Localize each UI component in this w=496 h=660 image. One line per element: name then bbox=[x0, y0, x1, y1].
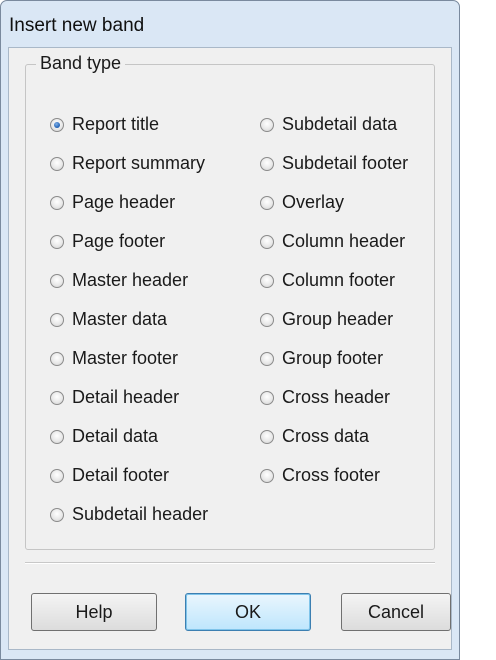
radio-cross-footer[interactable]: Cross footer bbox=[260, 456, 450, 495]
radio-cross-data[interactable]: Cross data bbox=[260, 417, 450, 456]
radio-circle-icon bbox=[50, 156, 64, 171]
radio-label: Column footer bbox=[282, 270, 396, 290]
dialog-title: Insert new band bbox=[9, 15, 145, 36]
radio-group-header[interactable]: Group header bbox=[260, 300, 450, 339]
radio-label: Detail footer bbox=[72, 465, 170, 485]
radio-cross-header[interactable]: Cross header bbox=[260, 378, 450, 417]
radio-label: Cross header bbox=[282, 387, 391, 407]
radio-label: Page header bbox=[72, 192, 176, 212]
radio-label: Master footer bbox=[72, 348, 179, 368]
radio-label: Page footer bbox=[72, 231, 166, 251]
radio-detail-footer[interactable]: Detail footer bbox=[50, 456, 260, 495]
radio-master-footer[interactable]: Master footer bbox=[50, 339, 260, 378]
radio-column-footer[interactable]: Column footer bbox=[260, 261, 450, 300]
radio-circle-icon bbox=[260, 156, 274, 171]
radio-circle-icon bbox=[50, 312, 64, 327]
radio-label: Detail data bbox=[72, 426, 159, 446]
radio-circle-icon bbox=[260, 351, 274, 366]
radio-page-footer[interactable]: Page footer bbox=[50, 222, 260, 261]
radio-circle-icon bbox=[50, 195, 64, 210]
radio-label: Report summary bbox=[72, 153, 206, 173]
radio-detail-data[interactable]: Detail data bbox=[50, 417, 260, 456]
radio-circle-icon bbox=[50, 273, 64, 288]
radio-label: Master header bbox=[72, 270, 189, 290]
radio-label: Subdetail data bbox=[282, 114, 398, 134]
radio-subdetail-header[interactable]: Subdetail header bbox=[50, 495, 260, 534]
radio-circle-icon bbox=[260, 390, 274, 405]
radio-subdetail-footer[interactable]: Subdetail footer bbox=[260, 144, 450, 183]
radio-circle-icon bbox=[260, 195, 274, 210]
button-separator bbox=[25, 562, 435, 564]
radio-label: Cross footer bbox=[282, 465, 381, 485]
insert-band-dialog: Insert new band Band type Report title S… bbox=[0, 0, 460, 660]
radio-report-title[interactable]: Report title bbox=[50, 105, 260, 144]
radio-label: Subdetail header bbox=[72, 504, 209, 524]
radio-circle-icon bbox=[260, 234, 274, 249]
radio-subdetail-data[interactable]: Subdetail data bbox=[260, 105, 450, 144]
radio-overlay[interactable]: Overlay bbox=[260, 183, 450, 222]
radio-label: Report title bbox=[72, 114, 160, 134]
radio-label: Group header bbox=[282, 309, 394, 329]
radio-master-data[interactable]: Master data bbox=[50, 300, 260, 339]
radio-circle-icon bbox=[50, 390, 64, 405]
dialog-client-area: Band type Report title Subdetail data Re… bbox=[8, 47, 452, 650]
radio-label: Subdetail footer bbox=[282, 153, 409, 173]
radio-label: Master data bbox=[72, 309, 168, 329]
band-type-options: Report title Subdetail data Report summa… bbox=[50, 105, 450, 534]
radio-label: Column header bbox=[282, 231, 406, 251]
cancel-button[interactable]: Cancel bbox=[341, 593, 451, 631]
radio-circle-icon bbox=[50, 507, 64, 522]
radio-circle-icon bbox=[260, 429, 274, 444]
ok-button[interactable]: OK bbox=[185, 593, 311, 631]
radio-circle-icon bbox=[260, 468, 274, 483]
radio-circle-icon bbox=[260, 273, 274, 288]
radio-label: Detail header bbox=[72, 387, 180, 407]
radio-column-header[interactable]: Column header bbox=[260, 222, 450, 261]
radio-page-header[interactable]: Page header bbox=[50, 183, 260, 222]
radio-circle-icon bbox=[50, 117, 64, 132]
help-button[interactable]: Help bbox=[31, 593, 157, 631]
radio-circle-icon bbox=[50, 468, 64, 483]
radio-circle-icon bbox=[50, 351, 64, 366]
band-type-groupbox: Band type Report title Subdetail data Re… bbox=[25, 53, 435, 550]
radio-circle-icon bbox=[260, 117, 274, 132]
radio-label: Cross data bbox=[282, 426, 370, 446]
radio-detail-header[interactable]: Detail header bbox=[50, 378, 260, 417]
radio-master-header[interactable]: Master header bbox=[50, 261, 260, 300]
radio-group-footer[interactable]: Group footer bbox=[260, 339, 450, 378]
band-type-legend: Band type bbox=[36, 53, 126, 74]
radio-circle-icon bbox=[260, 312, 274, 327]
radio-label: Group footer bbox=[282, 348, 384, 368]
radio-circle-icon bbox=[50, 234, 64, 249]
radio-report-summary[interactable]: Report summary bbox=[50, 144, 260, 183]
radio-circle-icon bbox=[50, 429, 64, 444]
radio-label: Overlay bbox=[282, 192, 345, 212]
